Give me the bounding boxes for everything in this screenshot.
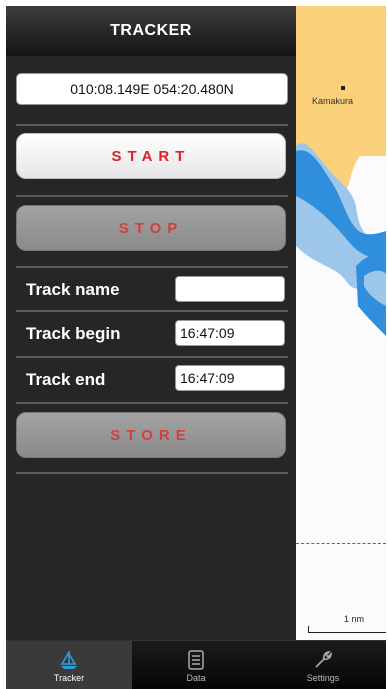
track-begin-label: Track begin bbox=[26, 324, 121, 343]
track-end-field[interactable]: 16:47:09 bbox=[175, 365, 285, 391]
divider bbox=[16, 310, 288, 312]
app-window: TRACKER 010:08.149E 054:20.480N START ST… bbox=[6, 6, 386, 689]
sailboat-icon bbox=[60, 650, 77, 669]
store-button[interactable]: STORE bbox=[16, 412, 286, 458]
track-end-label: Track end bbox=[26, 370, 106, 389]
tab-settings[interactable]: Settings bbox=[260, 641, 386, 689]
panel-header: TRACKER bbox=[6, 6, 296, 56]
track-begin-field[interactable]: 16:47:09 bbox=[175, 320, 285, 346]
divider bbox=[16, 124, 288, 126]
map-view[interactable]: Kamakura 1 nm bbox=[296, 6, 386, 640]
divider bbox=[16, 472, 288, 474]
tracker-panel: TRACKER 010:08.149E 054:20.480N START ST… bbox=[6, 6, 296, 640]
tab-label: Data bbox=[186, 672, 206, 683]
page-title: TRACKER bbox=[110, 22, 192, 39]
scale-bar bbox=[308, 626, 386, 633]
tab-label: Tracker bbox=[53, 672, 85, 683]
divider bbox=[16, 402, 288, 404]
divider bbox=[16, 195, 288, 197]
tab-tracker[interactable]: Tracker bbox=[6, 641, 132, 689]
document-icon bbox=[188, 649, 204, 670]
stop-button[interactable]: STOP bbox=[16, 205, 286, 251]
divider bbox=[16, 356, 288, 358]
tab-label: Settings bbox=[306, 672, 340, 683]
wrench-icon bbox=[315, 650, 332, 668]
place-label: Kamakura bbox=[312, 96, 354, 106]
tab-bar: Tracker Data Settings bbox=[6, 640, 386, 689]
scale-label: 1 nm bbox=[344, 614, 365, 624]
tab-data[interactable]: Data bbox=[133, 641, 259, 689]
track-name-label: Track name bbox=[26, 280, 120, 299]
track-line bbox=[296, 543, 386, 544]
location-marker bbox=[341, 86, 345, 90]
start-button[interactable]: START bbox=[16, 133, 286, 179]
coordinates-display: 010:08.149E 054:20.480N bbox=[16, 73, 288, 105]
track-name-field[interactable] bbox=[175, 276, 285, 302]
divider bbox=[16, 266, 288, 268]
